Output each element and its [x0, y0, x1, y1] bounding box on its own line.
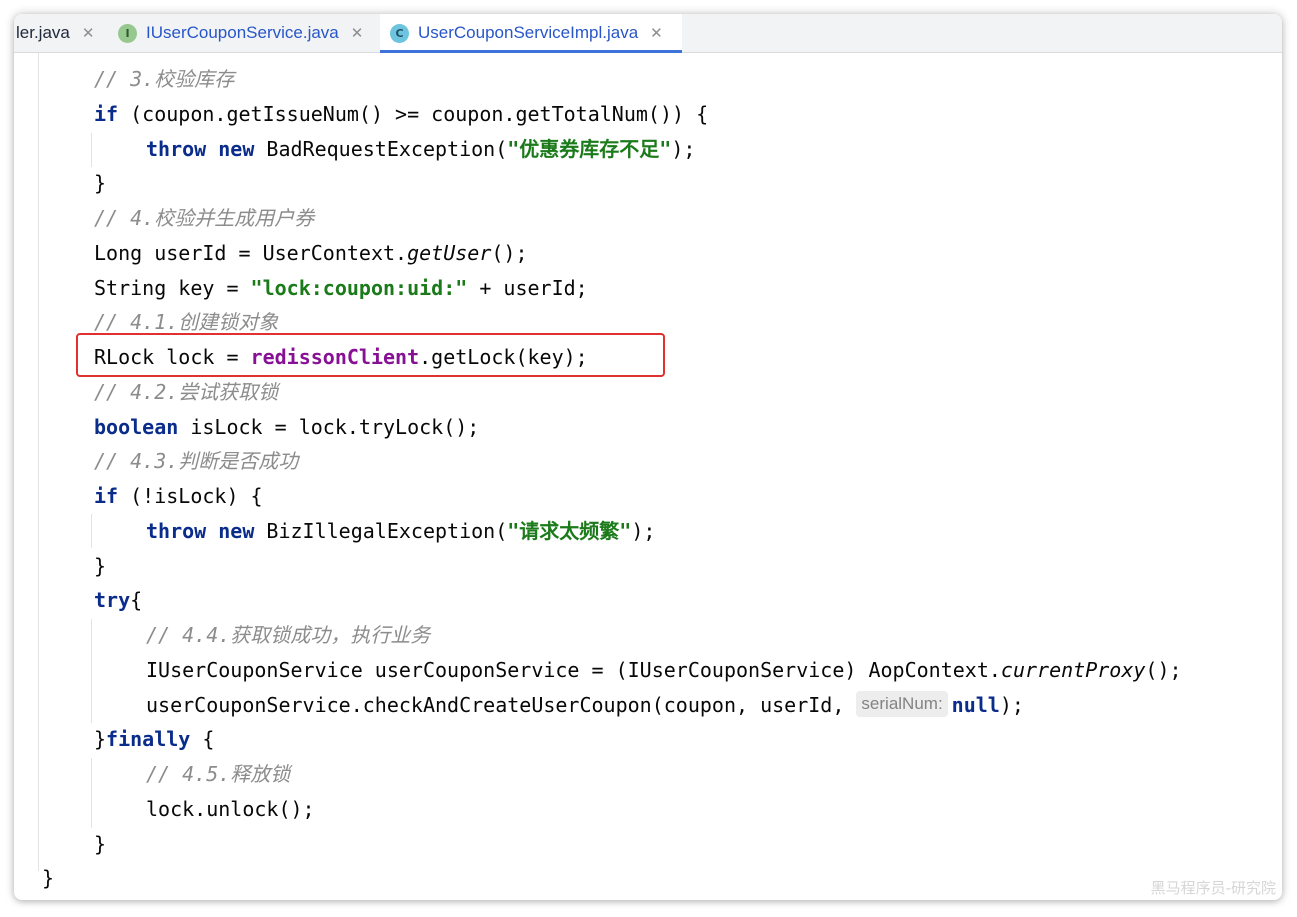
- string-literal: "请求太频繁": [507, 519, 632, 543]
- highlight-box: [76, 333, 665, 377]
- code-text: );: [671, 137, 696, 161]
- code-line: throw new BadRequestException("优惠券库存不足")…: [146, 132, 695, 166]
- keyword: throw: [146, 519, 207, 543]
- code-line: throw new BizIllegalException("请求太频繁");: [146, 514, 655, 548]
- code-line: }: [42, 861, 54, 895]
- code-line: }finally {: [94, 722, 214, 756]
- code-text: isLock = lock.tryLock();: [178, 415, 480, 439]
- tab-label: ler.java: [16, 23, 70, 42]
- code-line: if (coupon.getIssueNum() >= coupon.getTo…: [94, 97, 708, 131]
- keyword: if: [94, 102, 119, 126]
- code-text: ();: [1145, 658, 1182, 682]
- code-line: String key = "lock:coupon:uid:" + userId…: [94, 271, 588, 305]
- code-editor[interactable]: // 3.校验库存 if (coupon.getIssueNum() >= co…: [14, 53, 1282, 900]
- code-text: + userId;: [467, 276, 588, 300]
- code-text: lock.unlock();: [146, 797, 315, 821]
- code-line: // 4.5.释放锁: [146, 757, 290, 791]
- code-line: try{: [94, 583, 142, 617]
- code-line: IUserCouponService userCouponService = (…: [146, 653, 1182, 687]
- string-literal: "优惠券库存不足": [507, 137, 672, 161]
- code-text: (!isLock) {: [118, 484, 263, 508]
- code-line: boolean isLock = lock.tryLock();: [94, 410, 479, 444]
- comment: // 4.3.判断是否成功: [94, 449, 299, 473]
- code-text: {: [130, 588, 143, 612]
- code-text: }: [42, 866, 55, 890]
- code-text: (coupon.getIssueNum() >= coupon.getTotal…: [118, 102, 709, 126]
- keyword: boolean: [94, 415, 179, 439]
- keyword: if: [94, 484, 119, 508]
- keyword: null: [951, 693, 1000, 717]
- code-text: userCouponService.checkAndCreateUserCoup…: [146, 693, 857, 717]
- code-line: // 4.校验并生成用户券: [94, 201, 314, 235]
- code-line: }: [94, 827, 106, 861]
- comment: // 4.校验并生成用户券: [94, 206, 315, 230]
- editor-window: ler.java ✕ I IUserCouponService.java ✕ C…: [14, 14, 1282, 900]
- code-text: Long userId = UserContext.: [94, 241, 408, 265]
- code-line: if (!isLock) {: [94, 479, 263, 513]
- indent-guide: [91, 619, 92, 723]
- indent-guide: [91, 514, 92, 548]
- code-text: }: [94, 832, 107, 856]
- tab-iusercouponservice[interactable]: I IUserCouponService.java ✕: [118, 14, 380, 52]
- tab-ler-java[interactable]: ler.java ✕: [14, 14, 114, 52]
- code-text: }: [94, 727, 107, 751]
- code-line: // 4.2.尝试获取锁: [94, 375, 278, 409]
- close-icon[interactable]: ✕: [82, 24, 95, 42]
- keyword: new: [218, 519, 255, 543]
- comment: // 4.2.尝试获取锁: [94, 380, 279, 404]
- tab-usercouponserviceimpl[interactable]: C UserCouponServiceImpl.java ✕: [380, 14, 682, 53]
- tab-label: IUserCouponService.java: [146, 23, 339, 42]
- parameter-hint: serialNum:: [856, 691, 948, 717]
- keyword: new: [218, 137, 255, 161]
- code-text: );: [999, 693, 1024, 717]
- comment: // 3.校验库存: [94, 67, 235, 91]
- static-method: currentProxy: [1000, 658, 1146, 682]
- code-text: {: [190, 727, 215, 751]
- code-text: );: [631, 519, 656, 543]
- code-line: }: [94, 166, 106, 200]
- close-icon[interactable]: ✕: [351, 24, 364, 42]
- code-text: }: [94, 171, 107, 195]
- code-line: userCouponService.checkAndCreateUserCoup…: [146, 688, 1024, 722]
- code-text: IUserCouponService userCouponService = (…: [146, 658, 1001, 682]
- code-text: }: [94, 554, 107, 578]
- code-text: BadRequestException(: [254, 137, 508, 161]
- comment: // 4.5.释放锁: [146, 762, 291, 786]
- interface-icon: I: [118, 23, 137, 43]
- close-icon[interactable]: ✕: [650, 24, 663, 42]
- code-line: lock.unlock();: [146, 792, 315, 826]
- code-line: }: [94, 549, 106, 583]
- indent-guide: [91, 758, 92, 828]
- code-line: Long userId = UserContext.getUser();: [94, 236, 528, 270]
- editor-tab-bar: ler.java ✕ I IUserCouponService.java ✕ C…: [14, 14, 1282, 53]
- indent-guide: [91, 133, 92, 167]
- watermark: 黑马程序员-研究院: [1150, 879, 1276, 897]
- tab-label: UserCouponServiceImpl.java: [418, 23, 639, 42]
- keyword: throw: [146, 137, 207, 161]
- string-literal: "lock:coupon:uid:": [250, 276, 468, 300]
- indent-guide: [38, 53, 39, 871]
- code-line: // 4.4.获取锁成功，执行业务: [146, 618, 430, 652]
- code-text: BizIllegalException(: [254, 519, 508, 543]
- comment: // 4.4.获取锁成功，执行业务: [146, 623, 431, 647]
- keyword: finally: [106, 727, 191, 751]
- static-method: getUser: [407, 241, 492, 265]
- comment: // 4.1.创建锁对象: [94, 310, 279, 334]
- code-text: String key =: [94, 276, 251, 300]
- code-line: // 4.3.判断是否成功: [94, 444, 298, 478]
- class-icon: C: [390, 23, 409, 43]
- code-line: // 3.校验库存: [94, 62, 234, 96]
- keyword: try: [94, 588, 131, 612]
- code-text: ();: [491, 241, 528, 265]
